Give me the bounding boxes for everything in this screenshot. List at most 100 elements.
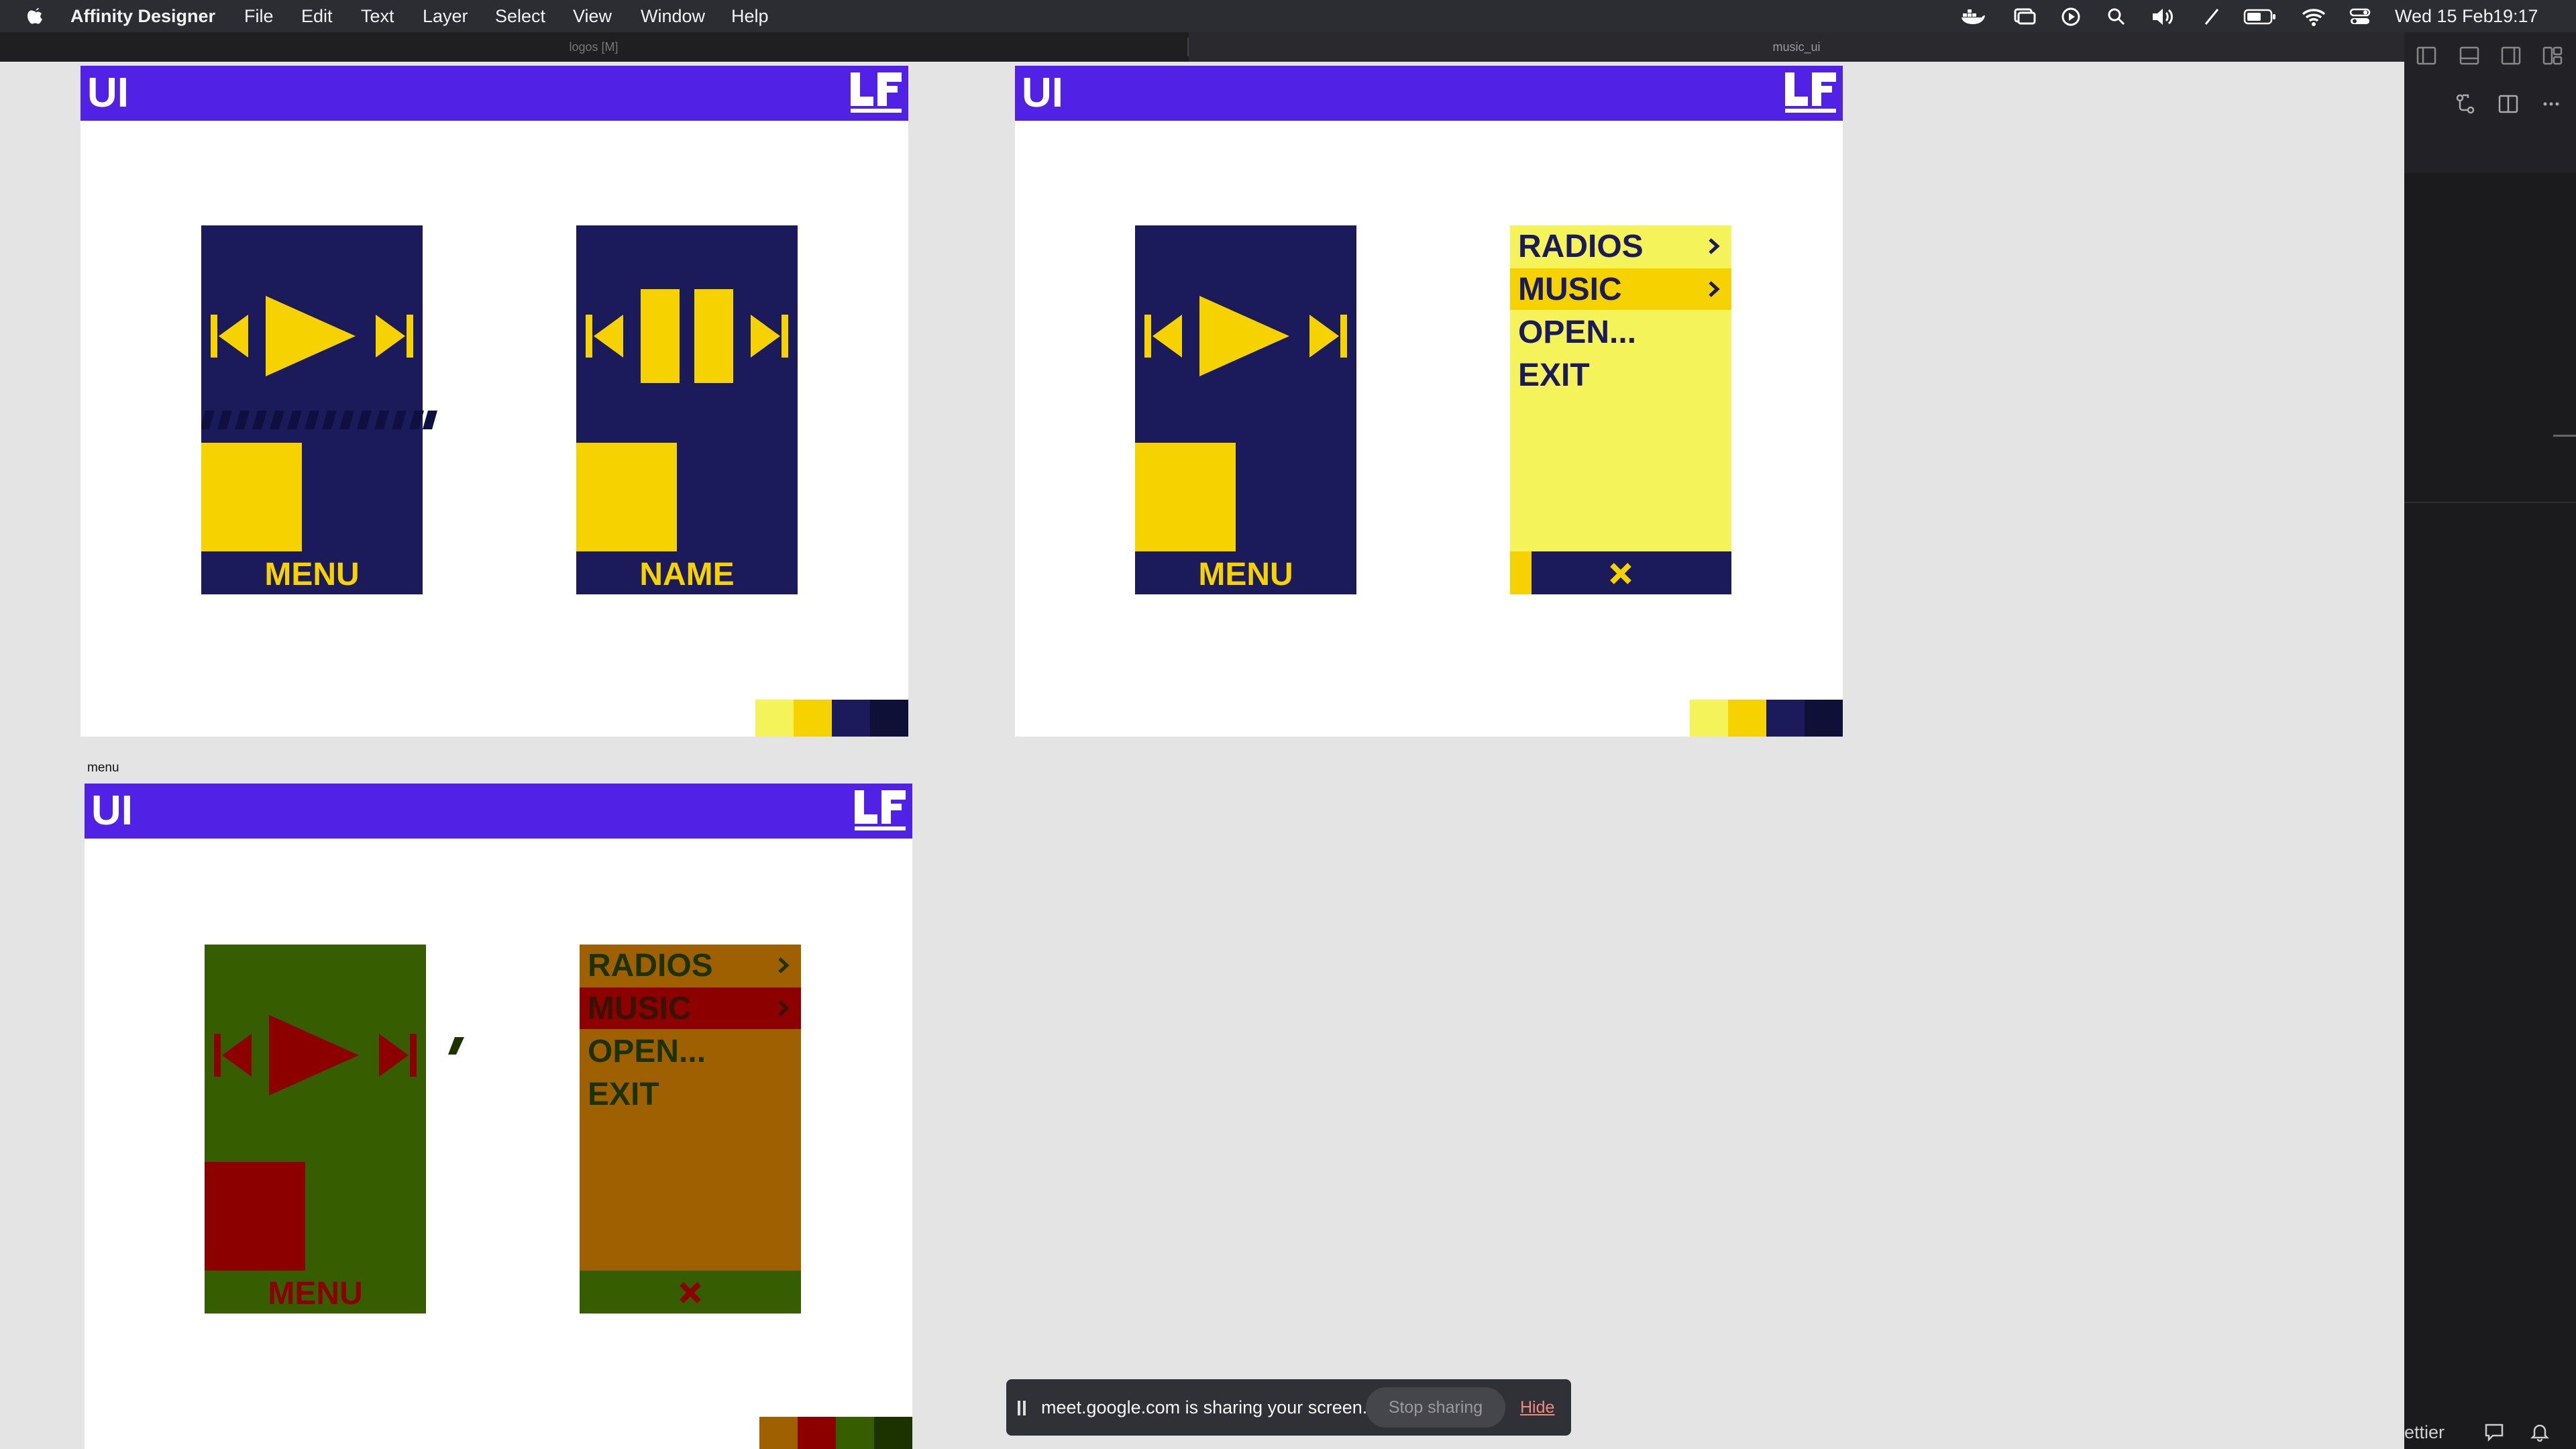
card-label[interactable]: MENU <box>1135 553 1356 594</box>
album-art-placeholder <box>1135 443 1236 551</box>
menu-item-radios[interactable]: RADIOS <box>580 945 801 986</box>
artboard-header: UI <box>85 784 912 839</box>
close-icon[interactable] <box>674 1276 707 1309</box>
menu-item-radios[interactable]: RADIOS <box>1510 225 1731 267</box>
player-screen-menu[interactable]: MENU <box>1135 225 1356 594</box>
color-palette <box>759 1417 912 1449</box>
menu-view[interactable]: View <box>573 0 612 32</box>
album-art-placeholder <box>201 443 302 551</box>
menu-layer[interactable]: Layer <box>423 0 468 32</box>
menu-help[interactable]: Help <box>731 0 769 32</box>
play-icon <box>269 1015 359 1095</box>
play-icon <box>1199 296 1289 376</box>
player-screen-menu[interactable]: MENU <box>205 945 426 1313</box>
menu-item-exit[interactable]: EXIT <box>580 1073 801 1115</box>
chevron-right-icon <box>1709 281 1720 297</box>
search-icon[interactable] <box>2106 7 2127 27</box>
swatch-red[interactable] <box>798 1417 836 1449</box>
prettier-status[interactable]: ettier <box>2404 1415 2445 1449</box>
player-screen-menu[interactable]: MENU <box>201 225 437 594</box>
window-manager-icon[interactable] <box>2011 7 2037 25</box>
swatch-pale-yellow[interactable] <box>1690 700 1728 737</box>
control-center-icon[interactable] <box>2348 7 2372 27</box>
artboard-2[interactable]: UI MENU RADIOS MUSIC OPEN... EXIT <box>1015 66 1843 737</box>
play-circle-icon[interactable] <box>2061 7 2081 27</box>
swatch-yellow[interactable] <box>1728 700 1766 737</box>
layout-right-icon[interactable] <box>2500 44 2522 67</box>
apple-icon[interactable] <box>25 5 46 27</box>
feedback-icon[interactable] <box>2483 1422 2505 1442</box>
swatch-orange[interactable] <box>759 1417 798 1449</box>
footer-accent <box>1510 551 1532 594</box>
panel-divider <box>2404 502 2576 503</box>
menu-file[interactable]: File <box>244 0 274 32</box>
artboard-1[interactable]: UI MENU NAME <box>80 66 908 737</box>
artboard-3-name[interactable]: menu <box>87 761 119 775</box>
swatch-green[interactable] <box>836 1417 874 1449</box>
card-label[interactable]: MENU <box>201 553 423 594</box>
menu-item-music[interactable]: MUSIC <box>580 987 801 1029</box>
menu-item-label: EXIT <box>588 1077 659 1112</box>
layout-bottom-icon[interactable] <box>2458 44 2481 67</box>
artboard-header: UI <box>80 66 908 121</box>
menu-item-exit[interactable]: EXIT <box>1510 354 1731 396</box>
album-art-placeholder <box>205 1162 305 1271</box>
swatch-dark-navy[interactable] <box>1805 700 1843 737</box>
artboard-title: UI <box>91 788 133 834</box>
menu-footer <box>580 1271 801 1313</box>
player-controls <box>586 289 788 383</box>
color-palette <box>755 700 908 737</box>
menu-text[interactable]: Text <box>361 0 394 32</box>
menu-item-label: OPEN... <box>1518 315 1637 350</box>
swatch-pale-yellow[interactable] <box>755 700 794 737</box>
menu-screen[interactable]: RADIOS MUSIC OPEN... EXIT <box>580 945 801 1313</box>
menu-item-music[interactable]: MUSIC <box>1510 268 1731 310</box>
wifi-icon[interactable] <box>2301 7 2326 27</box>
brand-logo <box>855 790 906 830</box>
brand-logo <box>1785 72 1836 113</box>
app-menu[interactable]: Affinity Designer <box>70 0 215 32</box>
previous-track-icon <box>214 1034 252 1077</box>
customize-layout-icon[interactable] <box>2541 44 2564 67</box>
player-controls <box>214 1015 417 1095</box>
menu-edit[interactable]: Edit <box>301 0 333 32</box>
menu-item-open[interactable]: OPEN... <box>580 1030 801 1072</box>
artboard-3[interactable]: UI MENU RADIOS MUSIC OPEN... EXIT <box>85 784 912 1449</box>
menu-bar: Affinity Designer File Edit Text Layer S… <box>0 0 2576 32</box>
chevron-right-icon <box>1709 238 1720 254</box>
menu-item-open[interactable]: OPEN... <box>1510 311 1731 353</box>
layout-left-icon[interactable] <box>2415 44 2438 67</box>
pen-tool-icon[interactable] <box>2202 7 2222 27</box>
source-control-icon[interactable] <box>2454 93 2477 115</box>
clock-date[interactable]: Wed 15 Feb <box>2395 0 2493 32</box>
tab-logos[interactable]: logos [M] <box>0 32 1187 62</box>
menu-screen[interactable]: RADIOS MUSIC OPEN... EXIT <box>1510 225 1731 594</box>
hide-link[interactable]: Hide <box>1520 1379 1554 1436</box>
stop-sharing-button[interactable]: Stop sharing <box>1366 1387 1505 1428</box>
previous-track-icon <box>211 315 248 358</box>
more-actions-icon[interactable] <box>2540 93 2563 115</box>
swatch-yellow[interactable] <box>794 700 832 737</box>
card-label[interactable]: NAME <box>576 553 798 594</box>
notifications-bell-icon[interactable] <box>2529 1422 2551 1442</box>
split-editor-icon[interactable] <box>2497 93 2520 115</box>
play-icon <box>266 296 356 376</box>
swatch-dark-green[interactable] <box>874 1417 912 1449</box>
swatch-navy[interactable] <box>1766 700 1805 737</box>
next-track-icon <box>751 315 788 358</box>
docker-icon[interactable] <box>1960 7 1986 25</box>
menu-select[interactable]: Select <box>495 0 545 32</box>
menu-window[interactable]: Window <box>641 0 705 32</box>
swatch-navy[interactable] <box>832 700 870 737</box>
drag-handle-icon[interactable] <box>1017 1399 1026 1417</box>
artboard-header: UI <box>1015 66 1843 121</box>
volume-icon[interactable] <box>2150 7 2177 27</box>
clock-time[interactable]: 19:17 <box>2493 0 2538 32</box>
card-label[interactable]: MENU <box>205 1272 426 1313</box>
album-art-placeholder <box>576 443 677 551</box>
close-icon[interactable] <box>1604 557 1638 590</box>
menu-item-label: OPEN... <box>588 1034 706 1069</box>
swatch-dark-navy[interactable] <box>870 700 908 737</box>
player-screen-name[interactable]: NAME <box>576 225 798 594</box>
tab-music-ui[interactable]: music_ui <box>1189 32 2404 62</box>
